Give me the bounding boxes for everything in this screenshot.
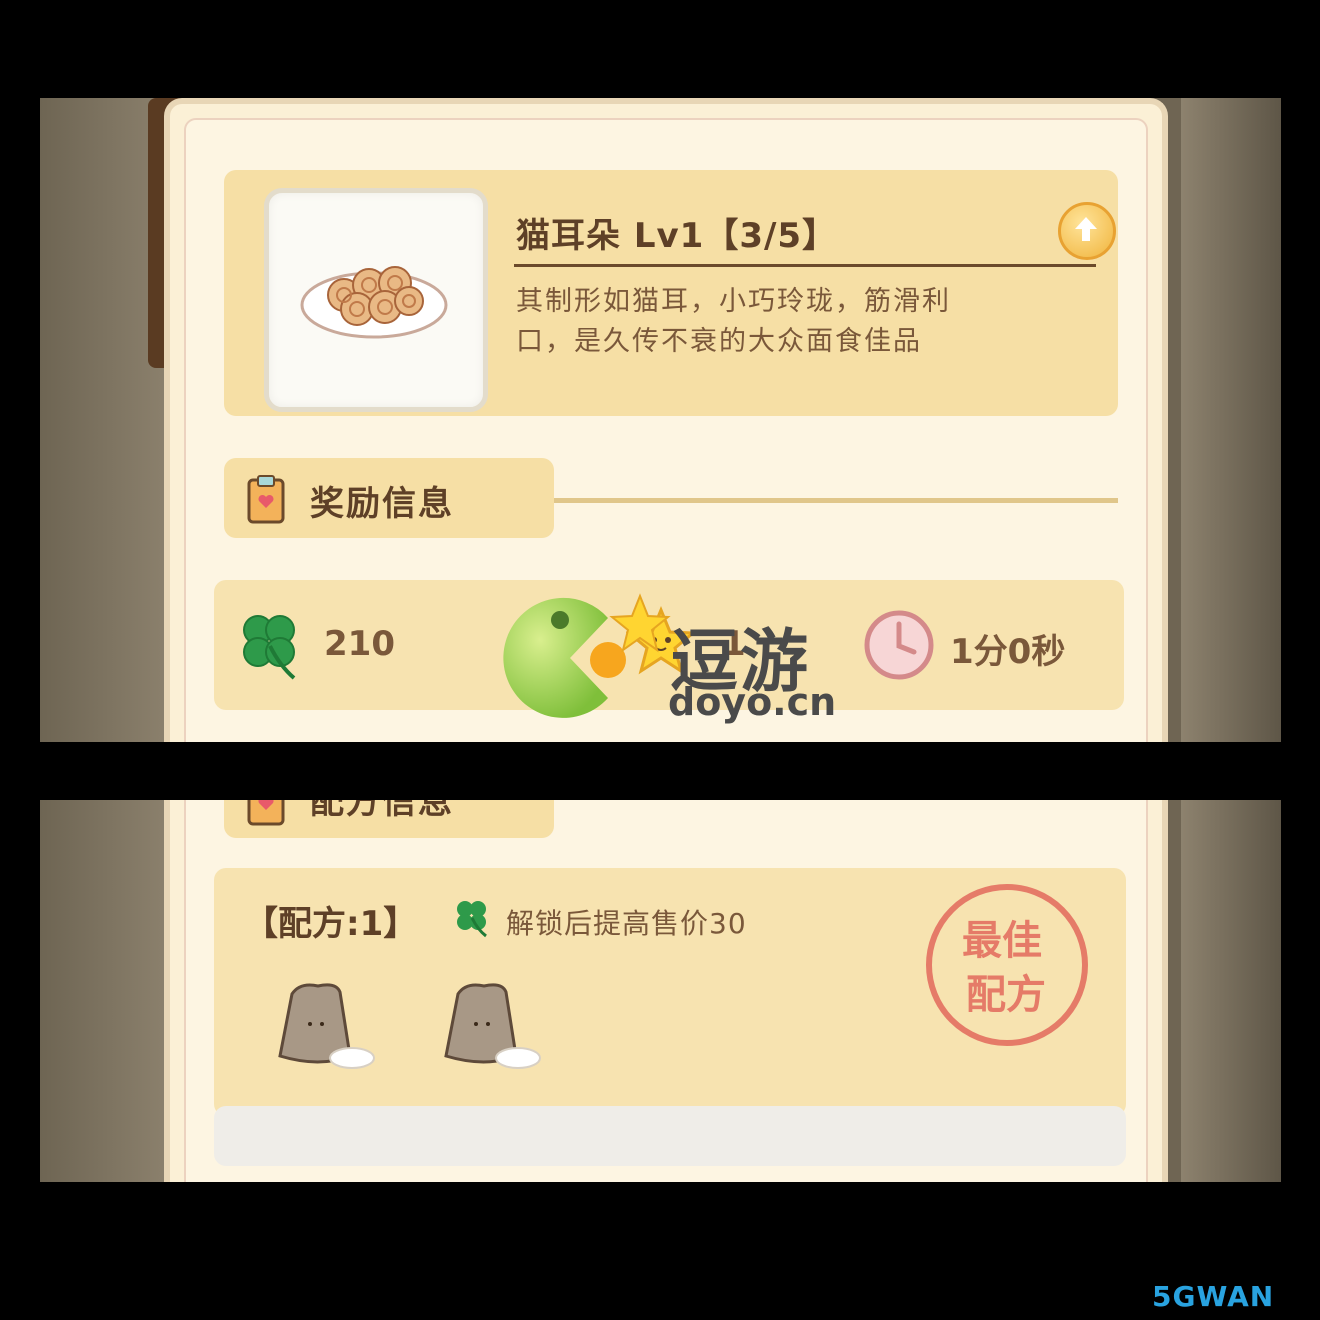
clover-icon [243,615,296,680]
stamp-line-1: 最佳 [962,918,1042,964]
bottom-screenshot-panel: 配方信息 【配方:1】 解锁后提高售价30 最佳 配方 [40,800,1281,1182]
time-reward-value: 1分0秒 [950,632,1066,672]
flour-bag-icon [278,983,375,1069]
recipe-box: 【配方:1】 解锁后提高售价30 最佳 配方 [214,868,1126,1116]
watermark-en: doyo.cn [668,680,837,724]
item-description: 其制形如猫耳，小巧玲珑，筋滑利 口，是久传不衰的大众面食佳品 [516,282,1036,362]
best-recipe-stamp: 最佳 配方 [926,884,1088,1046]
right-frame [1181,800,1281,1182]
recipe-card: 配方信息 【配方:1】 解锁后提高售价30 最佳 配方 [164,800,1168,1182]
left-frame [40,800,175,1182]
recipe-label: 【配方:1】 [244,904,418,944]
clock-icon [864,610,934,680]
item-name: 猫耳朵 Lv1【3/5】 [516,216,838,256]
corner-logo: 5GWAN [1152,1280,1275,1313]
top-screenshot-panel: 猫耳朵 Lv1【3/5】 其制形如猫耳，小巧玲珑，筋滑利 口，是久传不衰的大众面… [40,98,1281,742]
recipe-section-title: 配方信息 [310,800,454,822]
recipe-hint: 解锁后提高售价30 [506,907,747,940]
clipboard-icon [247,475,285,524]
description-line-2: 口，是久传不衰的大众面食佳品 [516,326,922,357]
item-thumbnail [264,188,488,412]
stamp-line-2: 配方 [966,972,1046,1018]
upgrade-arrow-icon [1075,217,1097,241]
clover-reward-value: 210 [324,624,395,664]
card-inner: 配方信息 【配方:1】 解锁后提高售价30 最佳 配方 [184,800,1148,1182]
item-header: 猫耳朵 Lv1【3/5】 其制形如猫耳，小巧玲珑，筋滑利 口，是久传不衰的大众面… [224,170,1118,416]
clover-icon [457,901,487,938]
flour-bag-icon [444,983,541,1069]
doyo-logo-icon [503,593,671,718]
upgrade-button[interactable] [1058,202,1116,260]
recipe-section-header: 配方信息 [224,800,554,838]
cat-ear-pasta-icon [300,266,448,339]
name-divider [514,264,1096,267]
right-frame [1181,98,1281,742]
description-line-1: 其制形如猫耳，小巧玲珑，筋滑利 [516,286,951,317]
reward-section-title: 奖励信息 [310,484,454,524]
next-section-box [214,1106,1126,1166]
section-divider [554,498,1118,503]
reward-section-header: 奖励信息 [224,458,554,538]
clipboard-icon [247,800,285,826]
